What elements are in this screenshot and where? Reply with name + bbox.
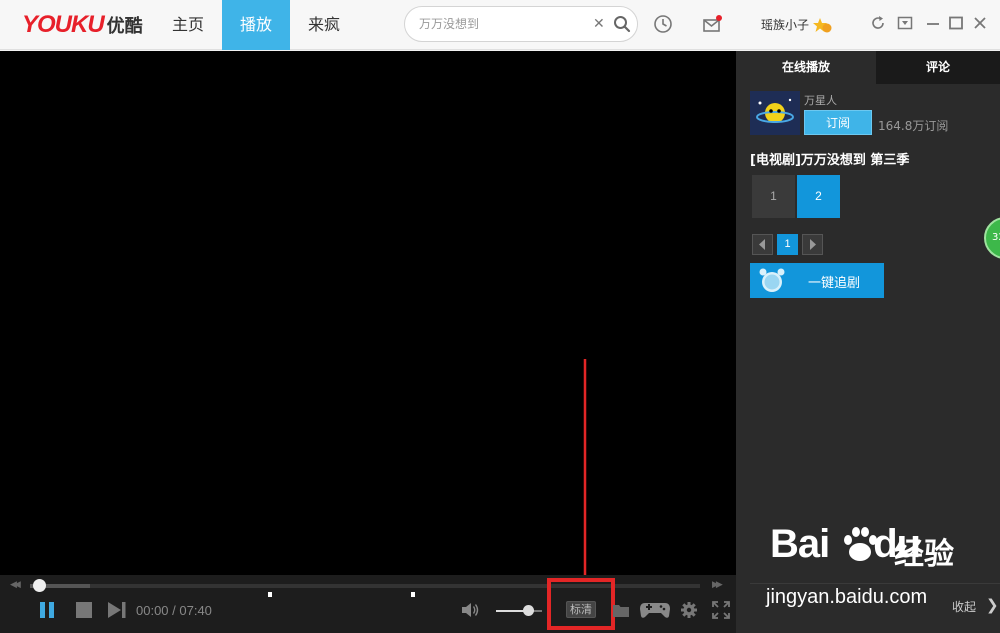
series-title[interactable]: [电视剧]万万没想到 第三季 [750, 149, 909, 168]
top-bar: YOUKU 优酷 主页 播放 来疯 ✕ 瑶族小子 [0, 0, 1000, 50]
page-next-button[interactable] [802, 234, 823, 255]
side-tabs: 在线播放 评论 [736, 51, 1000, 84]
user-account[interactable]: 瑶族小子 [761, 16, 832, 33]
history-clock-icon[interactable] [653, 14, 673, 34]
nav-play[interactable]: 播放 [222, 0, 290, 50]
mini-mode-icon[interactable] [897, 15, 913, 31]
chevron-left-icon [759, 239, 765, 250]
alarm-clock-icon [759, 268, 785, 292]
progress-knob[interactable] [33, 579, 46, 592]
stop-icon[interactable] [75, 601, 93, 619]
chevron-right-icon [810, 239, 816, 250]
watermark-url: jingyan.baidu.com [766, 586, 928, 608]
maximize-icon[interactable] [948, 15, 964, 31]
video-canvas[interactable] [0, 51, 736, 603]
search-input[interactable] [419, 15, 589, 33]
next-icon[interactable] [107, 601, 127, 619]
volume-slider[interactable] [496, 610, 542, 612]
fast-forward-icon[interactable]: ▶▶ [712, 580, 723, 590]
volume-knob[interactable] [523, 605, 534, 616]
episode-button[interactable]: 1 [752, 175, 795, 218]
player-controls: ◀◀ ▶▶ 00:00 / 07:40 标清 [0, 575, 736, 633]
subscriber-count: 164.8万订阅 [878, 119, 949, 133]
search-box: ✕ [404, 6, 638, 42]
logo-chinese: 优酷 [106, 16, 143, 36]
follow-series-button[interactable]: 一键追剧 [750, 263, 884, 298]
logo-latin: YOUKU [22, 11, 105, 38]
gamepad-icon[interactable] [639, 600, 671, 620]
youku-logo[interactable]: YOUKU 优酷 [22, 10, 143, 40]
refresh-icon[interactable] [870, 15, 886, 31]
floating-badge[interactable]: 32 [984, 217, 1000, 259]
avatar-image [750, 91, 800, 135]
chapter-marker[interactable] [268, 592, 272, 597]
follow-series-label: 一键追剧 [808, 276, 861, 291]
nav-home[interactable]: 主页 [154, 0, 222, 50]
youku-player-window: YOUKU 优酷 主页 播放 来疯 ✕ 瑶族小子 [0, 0, 1000, 633]
subscribe-button[interactable]: 订阅 [804, 110, 872, 135]
tab-online-play[interactable]: 在线播放 [736, 51, 876, 84]
main-nav: 主页 播放 来疯 [154, 0, 358, 50]
close-icon[interactable] [972, 15, 988, 31]
username: 瑶族小子 [761, 18, 810, 32]
avatar[interactable] [750, 91, 800, 135]
highlight-box [547, 578, 615, 630]
minimize-icon[interactable] [925, 15, 941, 31]
uploader-name[interactable]: 万星人 [804, 92, 837, 108]
rewind-icon[interactable]: ◀◀ [10, 580, 21, 590]
episode-button-current[interactable]: 2 [797, 175, 840, 218]
level-badge-icon [813, 17, 832, 32]
time-display: 00:00 / 07:40 [136, 603, 212, 618]
fullscreen-icon[interactable] [712, 601, 730, 619]
page-prev-button[interactable] [752, 234, 773, 255]
page-number[interactable]: 1 [777, 234, 798, 255]
watermark-brand-bai: Bai [770, 522, 830, 566]
baidu-jingyan-watermark: Bai du 经验 jingyan.baidu.com [766, 522, 990, 612]
chapter-marker[interactable] [411, 592, 415, 597]
pause-icon[interactable] [38, 601, 56, 619]
folder-icon[interactable] [612, 601, 630, 619]
settings-gear-icon[interactable] [680, 601, 698, 619]
tab-comments[interactable]: 评论 [876, 51, 1000, 84]
baidu-paw-icon [844, 527, 877, 561]
volume-icon[interactable] [461, 601, 481, 619]
watermark-cn: 经验 [894, 537, 954, 572]
message-icon[interactable] [702, 14, 722, 34]
close-icon[interactable]: ✕ [593, 16, 605, 32]
search-icon[interactable] [613, 15, 631, 33]
red-arrow-annotation [577, 359, 593, 603]
nav-laifeng[interactable]: 来疯 [290, 0, 358, 50]
